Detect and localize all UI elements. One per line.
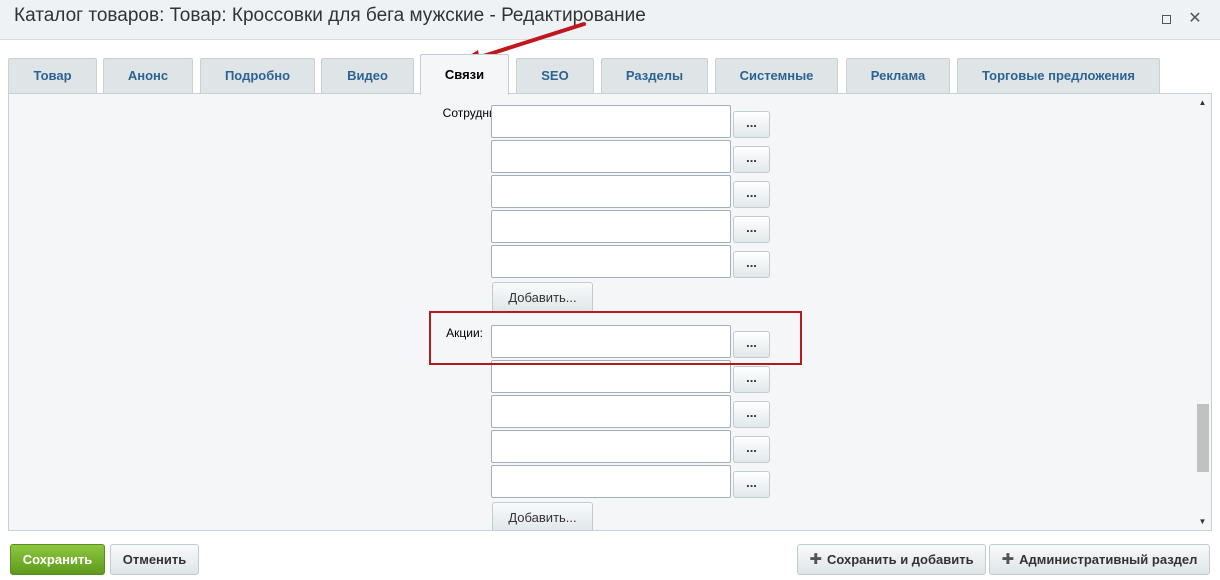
employee-field-2[interactable] xyxy=(491,140,731,173)
plus-icon: ✚ xyxy=(1001,551,1015,568)
employee-browse-button-2[interactable]: ... xyxy=(733,146,770,173)
promotion-field-3[interactable] xyxy=(491,395,731,428)
scrollbar-thumb[interactable] xyxy=(1197,404,1209,472)
promotion-field-4[interactable] xyxy=(491,430,731,463)
tab-details[interactable]: Подробно xyxy=(200,58,315,94)
tab-product[interactable]: Товар xyxy=(8,58,97,94)
employee-browse-button-1[interactable]: ... xyxy=(733,111,770,138)
scroll-down-arrow-icon[interactable]: ▼ xyxy=(1194,513,1211,530)
save-button[interactable]: Сохранить xyxy=(10,544,105,575)
employee-field-4[interactable] xyxy=(491,210,731,243)
promotion-browse-button-2[interactable]: ... xyxy=(733,366,770,393)
window-titlebar: Каталог товаров: Товар: Кроссовки для бе… xyxy=(0,0,1220,40)
save-and-add-label: Сохранить и добавить xyxy=(826,552,974,567)
maximize-icon[interactable] xyxy=(1157,10,1175,28)
scroll-up-arrow-icon[interactable]: ▲ xyxy=(1194,94,1211,111)
employee-browse-button-4[interactable]: ... xyxy=(733,216,770,243)
tab-trade-offers[interactable]: Торговые предложения xyxy=(957,58,1160,94)
employee-browse-button-5[interactable]: ... xyxy=(733,251,770,278)
tab-advertising[interactable]: Реклама xyxy=(846,58,950,94)
employee-field-5[interactable] xyxy=(491,245,731,278)
tab-seo[interactable]: SEO xyxy=(516,58,594,94)
promotion-browse-button-4[interactable]: ... xyxy=(733,436,770,463)
tab-system[interactable]: Системные xyxy=(715,58,838,94)
plus-icon: ✚ xyxy=(809,551,822,568)
employee-field-3[interactable] xyxy=(491,175,731,208)
admin-section-button[interactable]: ✚ Административный раздел xyxy=(989,544,1210,575)
employee-field-1[interactable] xyxy=(491,105,731,138)
promotion-browse-button-5[interactable]: ... xyxy=(733,471,770,498)
employees-label: Сотрудники: xyxy=(442,106,511,120)
tab-sections[interactable]: Разделы xyxy=(601,58,708,94)
tab-links[interactable]: Связи xyxy=(420,54,509,95)
tab-announcement[interactable]: Анонс xyxy=(103,58,193,94)
employees-add-button[interactable]: Добавить... xyxy=(492,282,593,313)
window-title: Каталог товаров: Товар: Кроссовки для бе… xyxy=(14,5,646,26)
links-tab-panel: Сотрудники: ... ... ... ... ... Добавить… xyxy=(8,93,1212,531)
employee-browse-button-3[interactable]: ... xyxy=(733,181,770,208)
promotions-highlight-box xyxy=(429,311,802,365)
save-and-add-button[interactable]: ✚ Сохранить и добавить xyxy=(797,544,986,575)
vertical-scrollbar[interactable]: ▲ ▼ xyxy=(1194,94,1211,530)
promotions-add-button[interactable]: Добавить... xyxy=(492,502,593,530)
close-icon[interactable]: ✕ xyxy=(1186,10,1204,28)
promotion-field-5[interactable] xyxy=(491,465,731,498)
tab-video[interactable]: Видео xyxy=(321,58,414,94)
admin-section-label: Административный раздел xyxy=(1019,552,1198,567)
promotion-browse-button-3[interactable]: ... xyxy=(733,401,770,428)
cancel-button[interactable]: Отменить xyxy=(110,544,199,575)
